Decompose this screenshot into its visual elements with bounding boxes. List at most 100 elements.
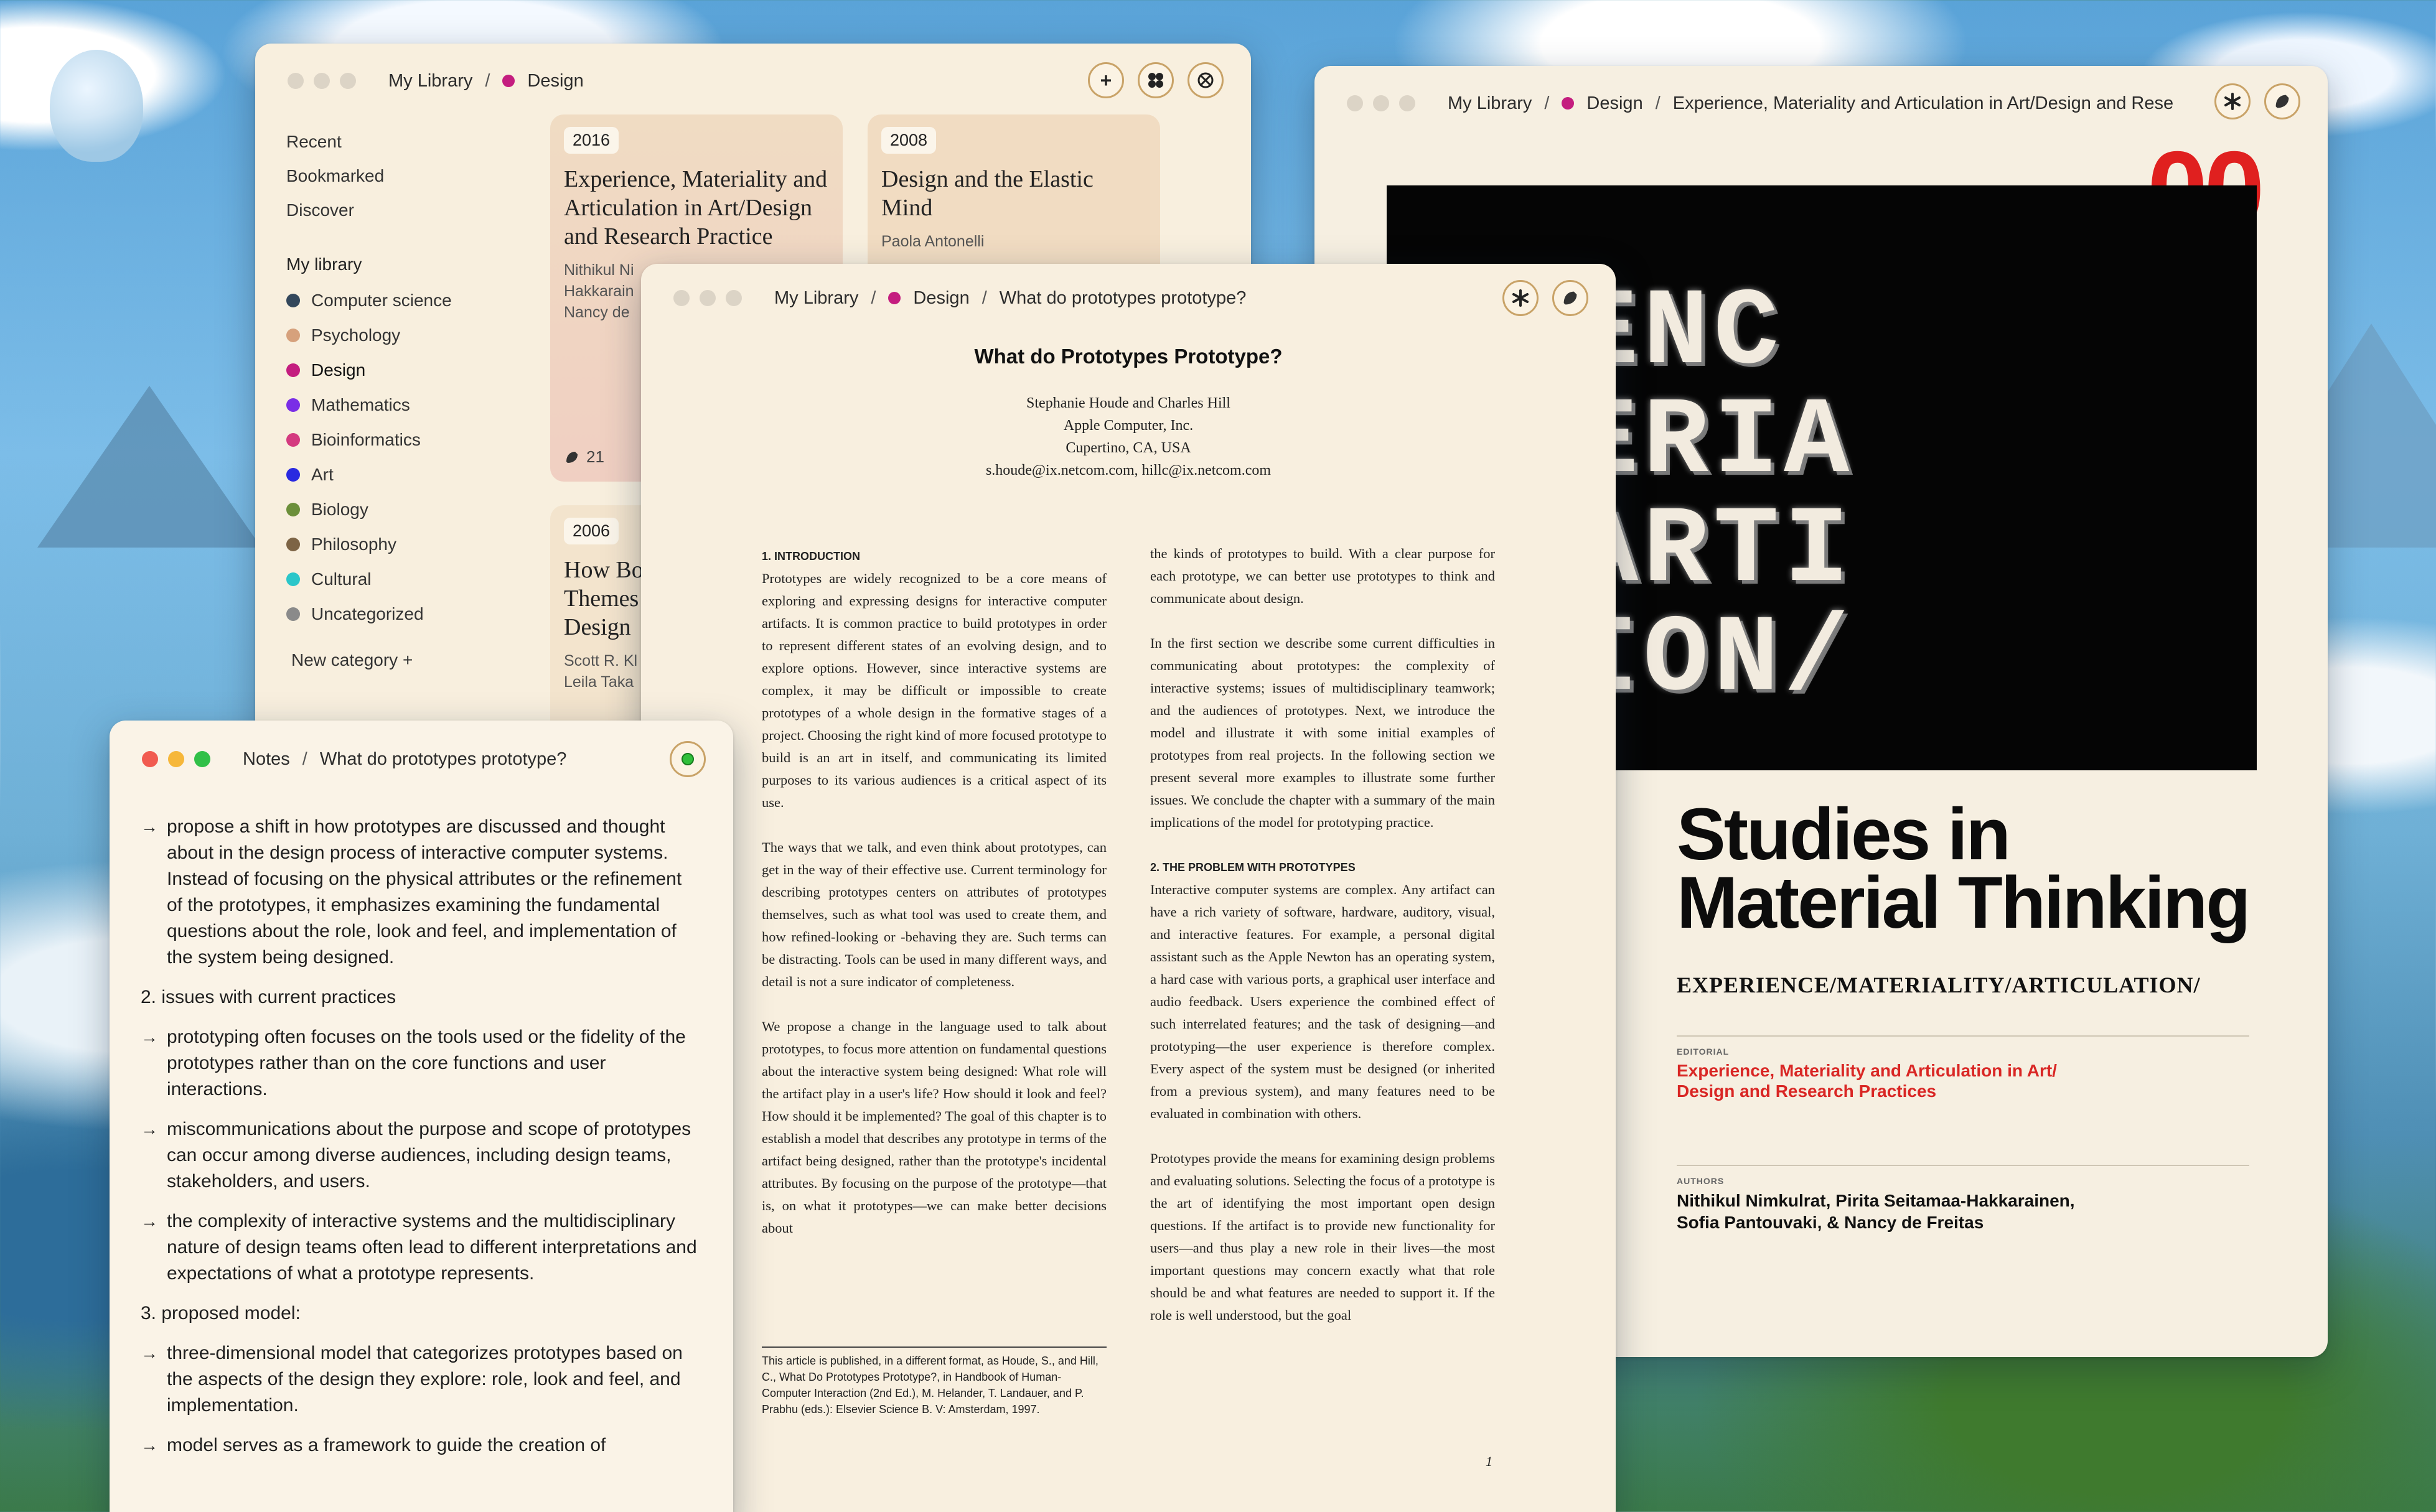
cover-actions bbox=[2214, 83, 2300, 119]
book-authors: Paola Antonelli bbox=[881, 233, 985, 250]
notes-editor[interactable]: → propose a shift in how prototypes are d… bbox=[141, 814, 701, 1472]
sidebar-item-psychology[interactable]: Psychology bbox=[286, 318, 510, 353]
zoom-button[interactable] bbox=[1399, 95, 1415, 111]
grid-icon bbox=[1148, 73, 1163, 88]
breadcrumb: My Library / Design / What do prototypes… bbox=[774, 288, 1246, 309]
share-button[interactable] bbox=[1188, 62, 1224, 98]
sidebar-item-philosophy[interactable]: Philosophy bbox=[286, 527, 510, 562]
sidebar-item-mathematics[interactable]: Mathematics bbox=[286, 388, 510, 422]
arrow-right-icon: → bbox=[141, 1211, 158, 1231]
paper-paragraph: We propose a change in the language used… bbox=[762, 1019, 1107, 1236]
zoom-button[interactable] bbox=[340, 73, 356, 89]
window-controls bbox=[288, 73, 356, 89]
category-label: Biology bbox=[311, 500, 368, 519]
close-button[interactable] bbox=[673, 290, 690, 306]
editorial-title-line: Experience, Materiality and Articulation… bbox=[1677, 1061, 2057, 1080]
note-heading: 2. issues with current practices bbox=[141, 987, 396, 1007]
paper-paragraph: Prototypes are widely recognized to be a… bbox=[762, 571, 1107, 810]
zoom-button[interactable] bbox=[194, 751, 210, 767]
close-button[interactable] bbox=[288, 73, 304, 89]
highlights-button[interactable] bbox=[2264, 83, 2300, 119]
pin-icon bbox=[682, 753, 694, 765]
note-text: prototyping often focuses on the tools u… bbox=[167, 1027, 686, 1099]
sidebar-item-bookmarked[interactable]: Bookmarked bbox=[286, 159, 510, 193]
library-titlebar: My Library / Design + bbox=[255, 44, 1251, 118]
breadcrumb-my-library[interactable]: My Library bbox=[1448, 93, 1532, 114]
paper-title: What do Prototypes Prototype? bbox=[974, 345, 1283, 368]
breadcrumb-notes[interactable]: Notes bbox=[243, 749, 290, 770]
library-actions: + bbox=[1088, 62, 1224, 98]
paper-actions bbox=[1502, 280, 1588, 316]
grid-button[interactable] bbox=[1138, 62, 1174, 98]
sidebar-item-art[interactable]: Art bbox=[286, 457, 510, 492]
sidebar-item-uncategorized[interactable]: Uncategorized bbox=[286, 597, 510, 632]
minimize-button[interactable] bbox=[168, 751, 184, 767]
breadcrumb: My Library / Design bbox=[388, 71, 584, 91]
paper-paragraph: Interactive computer systems are complex… bbox=[1150, 882, 1495, 1121]
sidebar-item-biology[interactable]: Biology bbox=[286, 492, 510, 527]
breadcrumb-design[interactable]: Design bbox=[527, 71, 583, 91]
editorial-label: EDITORIAL bbox=[1677, 1047, 1730, 1057]
highlights-button[interactable] bbox=[1552, 280, 1588, 316]
sidebar-item-design[interactable]: Design bbox=[286, 353, 510, 388]
list-item: → propose a shift in how prototypes are d… bbox=[141, 814, 701, 971]
breadcrumb-document[interactable]: What do prototypes prototype? bbox=[1000, 288, 1247, 309]
category-label: Design bbox=[311, 360, 366, 380]
sidebar-item-computer-science[interactable]: Computer science bbox=[286, 283, 510, 318]
category-label: Bioinformatics bbox=[311, 430, 421, 449]
category-dot bbox=[286, 433, 300, 447]
minimize-button[interactable] bbox=[314, 73, 330, 89]
breadcrumb-separator: / bbox=[302, 749, 307, 769]
section-heading: 1. INTRODUCTION bbox=[762, 550, 861, 562]
zoom-button[interactable] bbox=[726, 290, 742, 306]
paper-window: My Library / Design / What do prototypes… bbox=[641, 264, 1616, 1512]
add-button[interactable]: + bbox=[1088, 62, 1124, 98]
sidebar-item-recent[interactable]: Recent bbox=[286, 124, 510, 159]
cover-title-line: Studies in bbox=[1677, 793, 2011, 875]
notes-actions bbox=[670, 741, 706, 777]
minimize-button[interactable] bbox=[700, 290, 716, 306]
breadcrumb-design[interactable]: Design bbox=[913, 288, 969, 309]
pin-button[interactable] bbox=[670, 741, 706, 777]
paper-author-line: Cupertino, CA, USA bbox=[1066, 440, 1191, 456]
close-button[interactable] bbox=[142, 751, 158, 767]
breadcrumb: Notes / What do prototypes prototype? bbox=[243, 749, 566, 770]
asterisk-button[interactable] bbox=[2214, 83, 2251, 119]
window-controls bbox=[142, 751, 210, 767]
share-icon bbox=[1197, 72, 1214, 88]
book-year: 2006 bbox=[564, 518, 619, 544]
category-label: Art bbox=[311, 465, 334, 484]
asterisk-icon bbox=[2224, 93, 2241, 110]
note-text: the complexity of interactive systems an… bbox=[167, 1211, 697, 1284]
sidebar-item-cultural[interactable]: Cultural bbox=[286, 562, 510, 597]
paper-author-line: s.houde@ix.netcom.com, hillc@ix.netcom.c… bbox=[985, 462, 1272, 478]
breadcrumb-document[interactable]: What do prototypes prototype? bbox=[320, 749, 567, 770]
highlight-count: 21 bbox=[564, 447, 604, 467]
section-heading: 2. THE PROBLEM WITH PROTOTYPES bbox=[1150, 861, 1356, 874]
paper-page[interactable]: What do Prototypes Prototype? Stephanie … bbox=[641, 264, 1616, 1512]
category-dot bbox=[286, 468, 300, 482]
breadcrumb-my-library[interactable]: My Library bbox=[388, 71, 472, 91]
sidebar-item-bioinformatics[interactable]: Bioinformatics bbox=[286, 422, 510, 457]
paper-titlebar: My Library / Design / What do prototypes… bbox=[641, 264, 1616, 332]
list-item: → miscommunications about the purpose and… bbox=[141, 1116, 701, 1195]
arrow-right-icon: → bbox=[141, 1119, 158, 1139]
new-category-button[interactable]: New category + bbox=[286, 643, 510, 678]
close-button[interactable] bbox=[1347, 95, 1363, 111]
cover-authors: Nithikul Nimkulrat, Pirita Seitamaa-Hakk… bbox=[1677, 1190, 2075, 1233]
breadcrumb-document[interactable]: Experience, Materiality and Articulation… bbox=[1673, 93, 2173, 114]
category-label: Philosophy bbox=[311, 534, 396, 554]
breadcrumb-separator: / bbox=[981, 287, 987, 308]
breadcrumb-separator: / bbox=[1655, 93, 1661, 113]
asterisk-button[interactable] bbox=[1502, 280, 1539, 316]
breadcrumb-design[interactable]: Design bbox=[1586, 93, 1642, 114]
note-text: miscommunications about the purpose and … bbox=[167, 1119, 691, 1192]
breadcrumb-separator: / bbox=[871, 287, 876, 308]
minimize-button[interactable] bbox=[1373, 95, 1389, 111]
breadcrumb-my-library[interactable]: My Library bbox=[774, 288, 858, 309]
breadcrumb-separator: / bbox=[485, 70, 490, 91]
list-item: → model serves as a framework to guide th… bbox=[141, 1432, 701, 1458]
book-title: Experience, Materiality and Articulation… bbox=[564, 166, 828, 250]
category-label: Mathematics bbox=[311, 395, 410, 414]
sidebar-item-discover[interactable]: Discover bbox=[286, 193, 510, 227]
